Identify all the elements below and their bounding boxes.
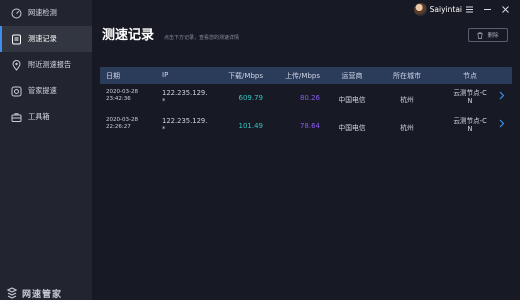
location-icon xyxy=(10,59,22,71)
sidebar-item-label: 管家提速 xyxy=(28,86,57,95)
record-icon xyxy=(10,33,22,45)
record-node-line1: 云测节点-C xyxy=(453,117,487,125)
record-ip-line1: 122.235.129. xyxy=(162,89,208,97)
column-header-city: 所在城市 xyxy=(393,72,421,80)
menu-icon xyxy=(465,6,473,12)
sidebar-item-records[interactable]: 测速记录 xyxy=(0,26,92,52)
record-ip-line1: 122.235.129. xyxy=(162,117,208,125)
record-time: 22:26:27 xyxy=(106,124,131,130)
app-logo: 网速管家 xyxy=(6,286,62,300)
sidebar: 网速检测 测速记录 附近测速报告 管家提速 工具箱 网速管家 xyxy=(0,0,92,300)
trash-icon xyxy=(477,31,483,39)
logo-mark-icon xyxy=(6,287,18,299)
column-header-download: 下载/Mbps xyxy=(228,72,263,80)
speedup-icon xyxy=(10,85,22,97)
records-table: 日期 IP 下载/Mbps 上传/Mbps 运营商 所在城市 节点 2020-0… xyxy=(100,67,512,140)
close-button[interactable] xyxy=(498,2,512,16)
gauge-icon xyxy=(10,7,22,19)
record-upload: 78.64 xyxy=(299,122,320,130)
record-download: 101.49 xyxy=(238,122,264,130)
record-download: 609.79 xyxy=(238,94,264,102)
column-header-date: 日期 xyxy=(106,72,120,80)
record-ip: 122.235.129. * xyxy=(162,117,222,133)
chevron-right-icon[interactable] xyxy=(499,91,505,102)
record-ip: 122.235.129. * xyxy=(162,89,222,105)
record-datetime: 2020-03-28 23:42:36 xyxy=(106,89,152,103)
column-header-node: 节点 xyxy=(463,72,477,80)
sidebar-item-toolbox[interactable]: 工具箱 xyxy=(0,104,92,130)
sidebar-item-label: 测速记录 xyxy=(28,34,57,43)
record-city: 杭州 xyxy=(400,96,414,104)
toolbox-icon xyxy=(10,111,22,123)
column-header-ip: IP xyxy=(162,71,169,79)
app-window: 网速检测 测速记录 附近测速报告 管家提速 工具箱 网速管家 Saiyintai… xyxy=(0,0,520,300)
record-isp: 中国电信 xyxy=(338,96,366,104)
record-node-line2: N xyxy=(467,97,473,105)
sidebar-item-nearby-report[interactable]: 附近测速报告 xyxy=(0,52,92,78)
minimize-icon xyxy=(483,8,491,10)
avatar[interactable] xyxy=(413,3,427,16)
record-city: 杭州 xyxy=(400,124,414,132)
sidebar-item-label: 附近测速报告 xyxy=(28,60,72,69)
user-info[interactable]: Saiyintai xyxy=(413,3,462,16)
nav-list: 网速检测 测速记录 附近测速报告 管家提速 工具箱 xyxy=(0,0,92,130)
minimize-button[interactable] xyxy=(480,2,494,16)
sidebar-item-speedup[interactable]: 管家提速 xyxy=(0,78,92,104)
main-panel: Saiyintai 测速记录 点击下方记录，查看您的测速详情 删除 日期 IP … xyxy=(92,0,520,300)
column-header-isp: 运营商 xyxy=(341,72,363,80)
close-icon xyxy=(501,5,509,13)
record-time: 23:42:36 xyxy=(106,96,131,102)
sidebar-item-label: 工具箱 xyxy=(28,112,50,121)
column-header-upload: 上传/Mbps xyxy=(285,72,320,80)
record-date: 2020-03-28 xyxy=(106,89,138,95)
record-ip-line2: * xyxy=(162,125,166,133)
page-subtitle: 点击下方记录，查看您的测速详情 xyxy=(164,35,240,41)
record-datetime: 2020-03-28 22:26:27 xyxy=(106,117,152,131)
table-row[interactable]: 2020-03-28 22:26:27 122.235.129. * 101.4… xyxy=(100,112,512,140)
record-ip-line2: * xyxy=(162,97,166,105)
record-node: 云测节点-C N xyxy=(450,117,490,133)
record-isp: 中国电信 xyxy=(338,124,366,132)
logo-text: 网速管家 xyxy=(22,289,63,300)
chevron-right-icon[interactable] xyxy=(499,119,505,130)
table-header: 日期 IP 下载/Mbps 上传/Mbps 运营商 所在城市 节点 xyxy=(100,67,512,84)
sidebar-item-label: 网速检测 xyxy=(28,8,57,17)
delete-label: 删除 xyxy=(487,33,499,39)
page-title: 测速记录 xyxy=(102,28,155,43)
username: Saiyintai xyxy=(429,5,462,14)
table-row[interactable]: 2020-03-28 23:42:36 122.235.129. * 609.7… xyxy=(100,84,512,112)
record-upload: 80.26 xyxy=(299,94,320,102)
page-header: 测速记录 点击下方记录，查看您的测速详情 xyxy=(102,24,239,43)
menu-button[interactable] xyxy=(462,2,476,16)
record-date: 2020-03-28 xyxy=(106,117,138,123)
record-node-line2: N xyxy=(467,125,473,133)
record-node-line1: 云测节点-C xyxy=(453,89,487,97)
record-node: 云测节点-C N xyxy=(450,89,490,105)
sidebar-item-speed-test[interactable]: 网速检测 xyxy=(0,0,92,26)
delete-button[interactable]: 删除 xyxy=(468,28,508,42)
title-bar: Saiyintai xyxy=(92,0,520,20)
